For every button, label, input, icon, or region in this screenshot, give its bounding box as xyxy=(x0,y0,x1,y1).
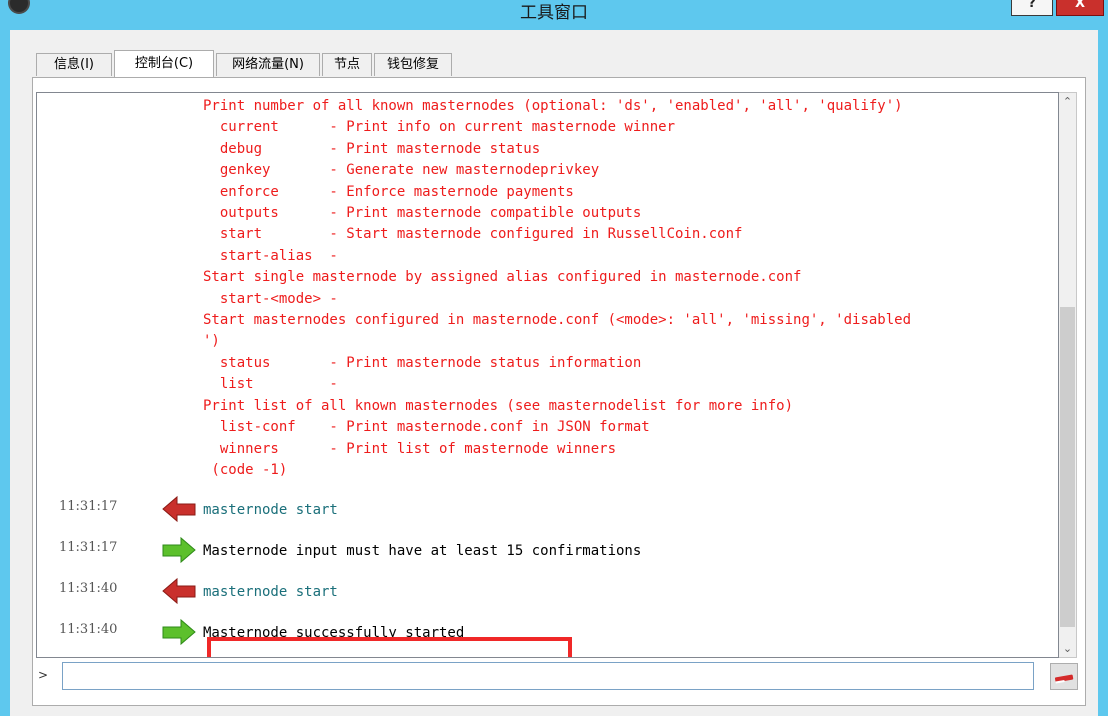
message-time: 11:31:40 xyxy=(59,622,118,637)
scroll-down-icon[interactable]: ⌄ xyxy=(1059,640,1076,657)
green-right-arrow-icon xyxy=(162,618,196,646)
tab-info[interactable]: 信息(I) xyxy=(36,53,112,76)
close-button[interactable]: X xyxy=(1056,0,1104,16)
red-left-arrow-icon xyxy=(162,577,196,605)
scroll-thumb[interactable] xyxy=(1060,307,1075,627)
console-input[interactable] xyxy=(62,662,1034,690)
tab-network-traffic[interactable]: 网络流量(N) xyxy=(216,53,320,76)
prompt-icon: > xyxy=(38,668,49,682)
red-left-arrow-icon xyxy=(162,495,196,523)
message-text: masternode start xyxy=(203,502,338,518)
message-row: 11:31:40 masternode start xyxy=(37,575,1057,611)
message-row: 11:31:17 Masternode input must have at l… xyxy=(37,534,1057,570)
highlight-box xyxy=(207,637,572,657)
scroll-up-icon[interactable]: ⌃ xyxy=(1059,93,1076,110)
console-scrollbar[interactable]: ⌃ ⌄ xyxy=(1059,92,1077,658)
message-time: 11:31:17 xyxy=(59,540,118,555)
window-title: 工具窗口 xyxy=(520,3,588,23)
message-row: 11:31:17 masternode start xyxy=(37,493,1057,529)
tab-console[interactable]: 控制台(C) xyxy=(114,50,214,77)
message-text: Masternode input must have at least 15 c… xyxy=(203,543,642,559)
window-client: 信息(I) 控制台(C) 网络流量(N) 节点 钱包修复 Print numbe… xyxy=(10,30,1098,716)
console-output[interactable]: Print number of all known masternodes (o… xyxy=(36,92,1059,658)
masternode-help-text: Print number of all known masternodes (o… xyxy=(203,98,912,478)
help-button[interactable]: ? xyxy=(1011,0,1053,16)
message-time: 11:31:40 xyxy=(59,581,118,596)
tab-peers[interactable]: 节点 xyxy=(322,53,372,76)
clear-console-button[interactable] xyxy=(1050,663,1078,690)
eraser-icon xyxy=(1054,674,1074,684)
title-bar: 工具窗口 ? X xyxy=(0,0,1108,30)
message-text: masternode start xyxy=(203,584,338,600)
green-right-arrow-icon xyxy=(162,536,196,564)
tab-wallet-repair[interactable]: 钱包修复 xyxy=(374,53,452,76)
message-time: 11:31:17 xyxy=(59,499,118,514)
